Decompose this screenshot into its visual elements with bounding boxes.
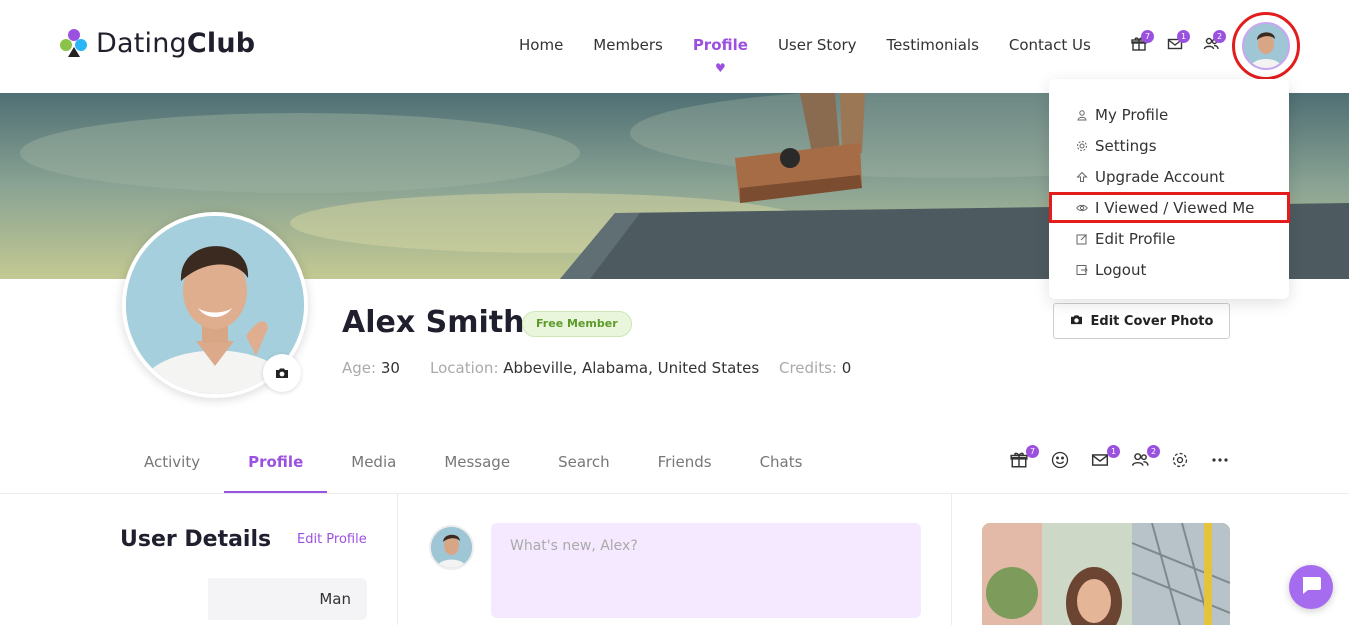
gift-count-badge: 7: [1141, 30, 1154, 43]
tab-profile[interactable]: Profile: [224, 440, 328, 494]
chat-icon: [1300, 575, 1322, 599]
menu-item-label: Upgrade Account: [1095, 167, 1225, 186]
friends-count-badge: 2: [1147, 445, 1160, 458]
gear-icon: [1075, 139, 1089, 153]
tab-chats[interactable]: Chats: [736, 440, 827, 494]
gift-count-badge: 7: [1026, 445, 1039, 458]
menu-item-logout[interactable]: Logout: [1049, 254, 1289, 285]
eye-icon: [1075, 201, 1089, 215]
menu-item-edit-profile[interactable]: Edit Profile: [1049, 223, 1289, 254]
column-divider: [951, 494, 952, 625]
mail-icon[interactable]: 1: [1167, 30, 1190, 54]
chat-launcher-button[interactable]: [1289, 565, 1333, 609]
user-icon: [1075, 108, 1089, 122]
menu-item-my-profile[interactable]: My Profile: [1049, 99, 1289, 130]
mail-count-badge: 1: [1177, 30, 1190, 43]
tab-friends[interactable]: Friends: [634, 440, 736, 494]
users-icon[interactable]: 2: [1203, 30, 1226, 54]
camera-icon: [275, 364, 289, 383]
tabs-divider: [0, 493, 1349, 494]
camera-icon: [1070, 314, 1083, 329]
membership-badge: Free Member: [522, 311, 632, 337]
nav-contact-us[interactable]: Contact Us: [1009, 36, 1091, 54]
tab-message[interactable]: Message: [420, 440, 534, 494]
tab-search[interactable]: Search: [534, 440, 634, 494]
nav-profile[interactable]: Profile ♥: [692, 36, 748, 75]
gender-field: Man: [120, 578, 367, 620]
tab-media[interactable]: Media: [327, 440, 420, 494]
logout-icon: [1075, 263, 1089, 277]
profile-tabs: Activity Profile Media Message Search Fr…: [120, 440, 826, 494]
menu-item-label: I Viewed / Viewed Me: [1095, 198, 1255, 217]
mail-icon[interactable]: 1: [1091, 445, 1120, 469]
nav-profile-label: Profile: [692, 36, 748, 54]
gender-value: Man: [319, 590, 351, 608]
change-avatar-button[interactable]: [263, 354, 301, 392]
upgrade-arrow-icon: [1075, 170, 1089, 184]
page: DatingClub Home Members Profile ♥ User St…: [0, 0, 1349, 625]
menu-item-label: Settings: [1095, 136, 1157, 155]
menu-item-label: Logout: [1095, 260, 1147, 279]
field-label-mask: [120, 578, 208, 620]
nav-members[interactable]: Members: [593, 36, 663, 54]
nav-testimonials[interactable]: Testimonials: [887, 36, 979, 54]
users-icon[interactable]: 2: [1131, 445, 1160, 469]
menu-item-i-viewed-viewed-me[interactable]: I Viewed / Viewed Me: [1049, 192, 1290, 223]
logo-mark-icon: [60, 28, 88, 59]
avatar: [429, 525, 474, 570]
menu-item-upgrade-account[interactable]: Upgrade Account: [1049, 161, 1289, 192]
whats-new-input[interactable]: What's new, Alex?: [491, 523, 921, 618]
more-options-icon[interactable]: [1211, 451, 1229, 469]
profile-age: Age: 30: [342, 359, 400, 377]
gift-icon[interactable]: 7: [1010, 445, 1039, 469]
nav-home[interactable]: Home: [519, 36, 563, 54]
profile-credits: Credits: 0: [779, 359, 852, 377]
user-dropdown-menu: My Profile Settings Upgrade Account I Vi…: [1049, 79, 1290, 299]
menu-item-label: My Profile: [1095, 105, 1169, 124]
column-divider: [397, 494, 398, 625]
edit-cover-photo-button[interactable]: Edit Cover Photo: [1053, 303, 1230, 339]
main-nav: Home Members Profile ♥ User Story Testimo…: [519, 36, 1121, 75]
member-photo[interactable]: [982, 523, 1230, 625]
logo[interactable]: DatingClub: [60, 28, 255, 59]
mail-count-badge: 1: [1107, 445, 1120, 458]
profile-name: Alex Smith: [342, 305, 525, 340]
edit-cover-label: Edit Cover Photo: [1090, 313, 1214, 329]
gear-icon[interactable]: [1171, 451, 1189, 469]
edit-icon: [1075, 232, 1089, 246]
avatar: [1242, 22, 1290, 70]
gift-icon[interactable]: 7: [1131, 30, 1154, 54]
profile-location: Location: Abbeville, Alabama, United Sta…: [430, 359, 760, 377]
user-details-title: User Details: [120, 527, 272, 552]
menu-item-settings[interactable]: Settings: [1049, 130, 1289, 161]
menu-item-label: Edit Profile: [1095, 229, 1176, 248]
logo-text: DatingClub: [96, 28, 256, 59]
user-details-edit-link[interactable]: Edit Profile: [297, 532, 367, 547]
smiley-icon[interactable]: [1051, 451, 1069, 469]
whats-new-placeholder: What's new, Alex?: [510, 538, 638, 554]
heart-icon: ♥: [714, 61, 726, 75]
nav-user-story[interactable]: User Story: [778, 36, 857, 54]
tab-activity[interactable]: Activity: [120, 440, 224, 494]
friends-count-badge: 2: [1213, 30, 1226, 43]
user-avatar-menu-button[interactable]: [1232, 12, 1300, 80]
